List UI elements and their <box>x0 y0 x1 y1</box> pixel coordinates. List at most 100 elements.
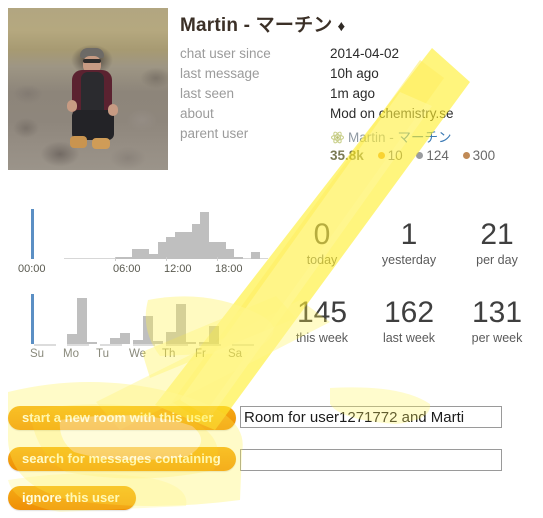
hourly-activity-chart: 00:00 06:00 12:00 18:00 <box>18 203 268 275</box>
parent-user-cell: Martin - マーチン 35.8k 10 124 300 <box>330 124 540 166</box>
gold-badge: 10 <box>377 148 403 163</box>
stat-value: 0 <box>313 218 331 251</box>
avatar-person <box>66 48 118 149</box>
stat-label: per day <box>476 253 518 267</box>
silver-badge-count: 124 <box>426 148 449 163</box>
search-messages-button[interactable]: search for messages containing <box>8 447 236 471</box>
room-name-input[interactable] <box>240 406 502 428</box>
hourly-bar <box>251 251 260 259</box>
stat-label: yesterday <box>381 253 437 267</box>
weekly-bar <box>176 304 186 344</box>
gold-badge-count: 10 <box>387 148 403 163</box>
stat-label: this week <box>295 331 349 345</box>
weekly-bar <box>120 332 130 344</box>
stat-yesterday: 1 yesterday <box>367 218 451 267</box>
stat-label: today <box>306 253 338 267</box>
weekly-tick-mark <box>232 344 254 346</box>
hourly-chart-bars <box>18 209 268 259</box>
hourly-bar <box>200 211 209 259</box>
avatar <box>8 8 168 170</box>
hourly-tick-label: 18:00 <box>215 263 243 275</box>
stat-value: 145 <box>296 296 348 329</box>
avatar-boot-right <box>92 138 110 149</box>
stat-value: 21 <box>480 218 514 251</box>
table-row: chat user since 2014-04-02 <box>180 44 540 64</box>
stat-value: 1 <box>400 218 418 251</box>
hourly-bar <box>234 256 243 259</box>
page-title-text: Martin - マーチン <box>180 15 333 36</box>
weekly-tick-mark <box>199 344 221 346</box>
weekly-bar <box>77 298 87 344</box>
bronze-badge-icon <box>462 152 470 159</box>
parent-user-link[interactable]: マーチン <box>398 130 452 145</box>
field-value: 1m ago <box>330 86 376 101</box>
weekly-tick-label: Sa <box>228 348 243 360</box>
avatar-hand-left <box>67 100 77 112</box>
avatar-hand-right <box>108 104 118 116</box>
weekly-tick-label: Tu <box>96 348 109 360</box>
hourly-bar <box>191 224 200 259</box>
stat-per-day: 21 per day <box>455 218 539 267</box>
hourly-tick-label: 06:00 <box>113 263 141 275</box>
field-key: parent user <box>180 126 249 141</box>
stat-value: 162 <box>383 296 435 329</box>
hourly-bar <box>140 249 149 259</box>
weekly-tick-label: Mo <box>63 348 79 360</box>
weekly-tick-mark <box>133 344 155 346</box>
stat-value: 131 <box>471 296 523 329</box>
hourly-current-time-marker <box>31 209 34 259</box>
stat-label: last week <box>382 331 436 345</box>
moderator-diamond-icon: ♦ <box>337 18 346 35</box>
reputation-score: 35.8k <box>330 148 364 163</box>
field-key: chat user since <box>180 46 271 61</box>
stat-per-week: 131 per week <box>455 296 539 345</box>
avatar-photo <box>8 8 168 170</box>
weekly-chart-bars <box>18 294 268 344</box>
hourly-bar <box>225 249 234 259</box>
field-value: 10h ago <box>330 66 379 81</box>
bronze-badge-count: 300 <box>472 148 496 163</box>
silver-badge: 124 <box>416 148 449 163</box>
weekly-tick-label: Th <box>162 348 176 360</box>
weekly-tick-label: Fr <box>195 348 206 360</box>
weekly-tick-mark <box>166 344 188 346</box>
reputation-row: 35.8k 10 124 300 <box>330 148 540 163</box>
ignore-user-button[interactable]: ignore this user <box>8 486 136 510</box>
avatar-vest <box>81 72 104 114</box>
hourly-bar <box>149 254 158 259</box>
search-messages-input[interactable] <box>240 449 502 471</box>
weekly-tick-mark <box>67 344 89 346</box>
hourly-bar <box>157 241 166 259</box>
parent-user-name[interactable]: Martin <box>348 130 386 145</box>
table-row: last message 10h ago <box>180 64 540 84</box>
page-title: Martin - マーチン ♦ <box>180 10 345 37</box>
field-key: about <box>180 106 214 121</box>
start-new-room-button[interactable]: start a new room with this user <box>8 406 236 430</box>
user-info-table: chat user since 2014-04-02 last message … <box>180 44 540 166</box>
field-key: last message <box>180 66 260 81</box>
stat-last-week: 162 last week <box>367 296 451 345</box>
hourly-bar <box>183 231 192 259</box>
table-row: parent user Martin - マーチン 35.8k 10 124 3… <box>180 124 540 166</box>
hourly-tick-mark <box>217 257 218 261</box>
weekly-tick-label: We <box>129 348 147 360</box>
bronze-badge: 300 <box>462 148 496 163</box>
field-value: 2014-04-02 <box>330 46 400 61</box>
hourly-bar <box>208 241 217 259</box>
table-row: about Mod on chemistry.se <box>180 104 540 124</box>
weekly-bar <box>209 326 219 344</box>
hourly-bar <box>217 241 226 259</box>
silver-badge-icon <box>416 152 424 159</box>
hourly-bar <box>166 236 175 259</box>
table-row: last seen 1m ago <box>180 84 540 104</box>
weekly-tick-mark <box>100 344 122 346</box>
hourly-tick-label: 12:00 <box>164 263 192 275</box>
stat-this-week: 145 this week <box>280 296 364 345</box>
weekly-bar <box>67 333 77 344</box>
hourly-bar <box>123 256 132 259</box>
hourly-tick-mark <box>115 257 116 261</box>
hourly-bar <box>174 231 183 259</box>
weekly-tick-mark <box>34 344 56 346</box>
gold-badge-icon <box>377 152 385 159</box>
weekly-bar <box>143 315 153 344</box>
